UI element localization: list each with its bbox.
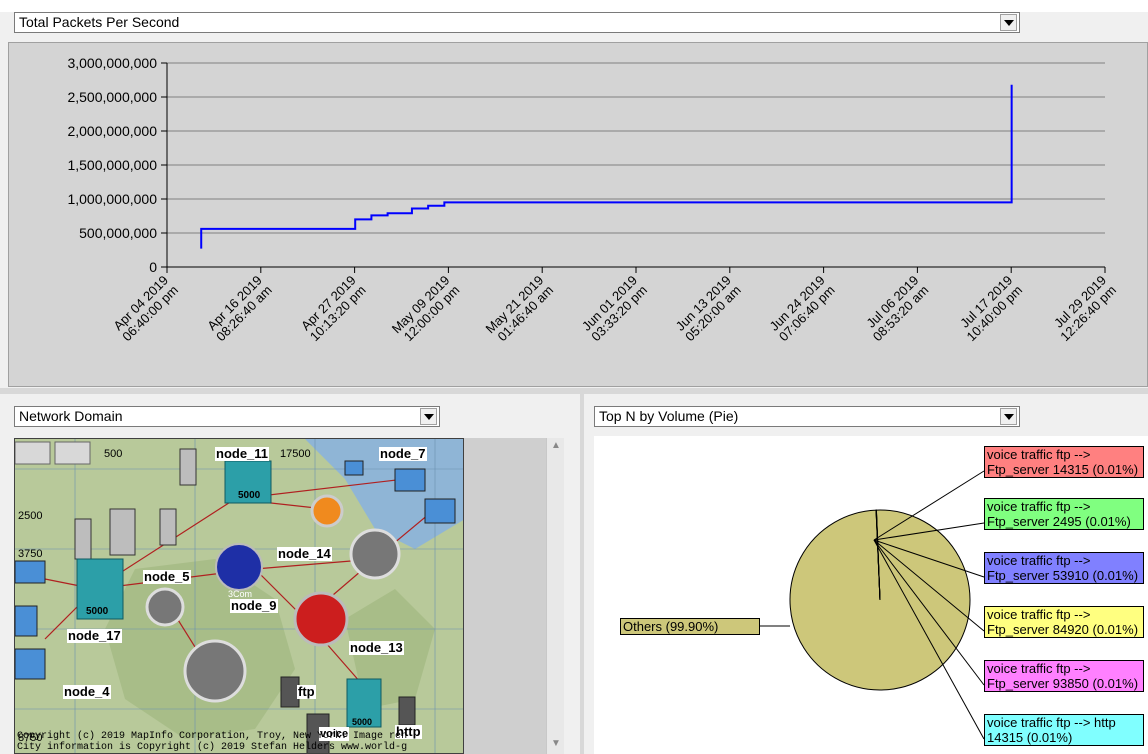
map-copyright-line-2: City information is Copyright (c) 2019 S… <box>17 742 408 753</box>
x-tick-label: Apr 16 201908:26:40 am <box>203 273 275 345</box>
map-margin <box>464 438 546 754</box>
map-node-label: ftp <box>297 684 316 699</box>
pie-slice-label: voice traffic ftp --> Ftp_server 14315 (… <box>984 446 1144 478</box>
y-tick-label: 1,500,000,000 <box>67 157 157 173</box>
y-tick-label: 0 <box>149 259 157 275</box>
metric-select[interactable]: Total Packets Per Second <box>14 12 1020 33</box>
y-tick-label: 2,000,000,000 <box>67 123 157 139</box>
scroll-up-icon[interactable]: ▲ <box>549 440 563 454</box>
x-tick-label: May 09 201912:00:00 pm <box>389 273 463 347</box>
device-caption: 5000 <box>352 717 373 727</box>
map-scrollbar[interactable]: ▲ ▼ <box>546 438 564 754</box>
map-node-label: node_5 <box>143 569 191 584</box>
top-n-select[interactable]: Top N by Volume (Pie) <box>594 406 1020 427</box>
x-tick-label: Apr 04 201906:40:00 pm <box>109 273 181 345</box>
device-caption: 5000 <box>238 490 261 501</box>
pie-slice-label: voice traffic ftp --> Ftp_server 93850 (… <box>984 660 1144 692</box>
y-tick-label: 3,000,000,000 <box>67 55 157 71</box>
pie-slice-label: voice traffic ftp --> Ftp_server 84920 (… <box>984 606 1144 638</box>
window-top-strip <box>0 0 1148 12</box>
x-tick-label: Jun 13 201905:20:00 am <box>672 273 744 345</box>
x-tick-label: Apr 27 201910:13:20 pm <box>297 273 369 345</box>
x-tick-label: Jul 06 201908:53:20 am <box>860 273 932 345</box>
chart-panel: 3,000,000,000 2,500,000,000 2,000,000,000 1… <box>8 42 1148 387</box>
pie-slice-label: voice traffic ftp --> http 14315 (0.01%) <box>984 714 1144 746</box>
x-tick-label: Jul 29 201912:26:40 pm <box>1047 273 1119 345</box>
x-tick-label: May 21 201901:46:40 am <box>483 273 557 347</box>
map-node-label: node_14 <box>277 546 332 561</box>
line-chart: 3,000,000,000 2,500,000,000 2,000,000,000 1… <box>67 55 1119 347</box>
map-scale-label: 17500 <box>280 448 311 460</box>
map-node-label: node_11 <box>215 446 270 461</box>
map-scale-label: 500 <box>104 448 123 460</box>
map-node-label: node_7 <box>379 446 427 461</box>
chevron-down-icon[interactable] <box>420 408 437 425</box>
metric-select-value: Total Packets Per Second <box>19 14 180 30</box>
y-tick-label: 500,000,000 <box>79 225 157 241</box>
device-caption: 5000 <box>86 606 109 617</box>
pie-slice-label: voice traffic ftp --> Ftp_server 53910 (… <box>984 552 1144 584</box>
top-n-select-value: Top N by Volume (Pie) <box>599 408 739 424</box>
pie-chart <box>760 470 985 740</box>
map-scale-label: 3750 <box>18 548 43 560</box>
x-tick-label: Jun 01 201903:33:20 pm <box>578 273 650 345</box>
map-node-label: node_9 <box>230 598 278 613</box>
network-domain-select[interactable]: Network Domain <box>14 406 440 427</box>
network-map[interactable]: node_11 node_7 node_14 node_5 node_9 nod… <box>14 438 464 754</box>
map-node-label: node_4 <box>63 684 111 699</box>
map-copyright-line-1: Copyright (c) 2019 MapInfo Corporation, … <box>17 731 408 742</box>
x-tick-label: Jun 24 201907:06:40 pm <box>766 273 838 345</box>
map-node-label: node_13 <box>349 640 404 655</box>
network-domain-select-value: Network Domain <box>19 408 123 424</box>
x-tick-label: Jul 17 201910:40:00 pm <box>954 273 1026 345</box>
map-node-label: node_17 <box>67 628 122 643</box>
y-tick-label: 1,000,000,000 <box>67 191 157 207</box>
y-tick-label: 2,500,000,000 <box>67 89 157 105</box>
pie-slice-label: Others (99.90%) <box>620 618 760 635</box>
scroll-down-icon[interactable]: ▼ <box>549 738 563 752</box>
pie-panel: Others (99.90%) voice traffic ftp --> Ftp… <box>594 436 1148 754</box>
pie-slice-label: voice traffic ftp --> Ftp_server 2495 (0… <box>984 498 1144 530</box>
map-scale-label: 2500 <box>18 510 43 522</box>
chevron-down-icon[interactable] <box>1000 408 1017 425</box>
device-caption: 3Com <box>228 589 253 599</box>
chevron-down-icon[interactable] <box>1000 14 1017 31</box>
